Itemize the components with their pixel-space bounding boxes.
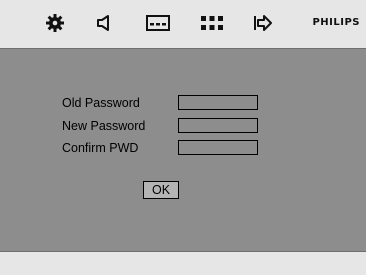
new-password-label: New Password — [62, 119, 146, 133]
bottom-status-bar — [0, 251, 366, 275]
grid-menu-icon[interactable] — [198, 10, 226, 36]
settings-gear-icon[interactable] — [41, 10, 69, 36]
subtitle-display-icon[interactable] — [144, 10, 172, 36]
exit-arrow-icon[interactable] — [249, 10, 277, 36]
speaker-audio-icon[interactable] — [90, 10, 118, 36]
old-password-field[interactable] — [178, 95, 258, 110]
menu-bar: PHILIPS — [0, 0, 366, 49]
new-password-field[interactable] — [178, 118, 258, 133]
old-password-label: Old Password — [62, 96, 140, 110]
confirm-password-label: Confirm PWD — [62, 141, 139, 155]
brand-logo: PHILIPS — [312, 17, 360, 28]
osd-screen: PHILIPS Old Password New Password Confir… — [0, 0, 366, 275]
ok-button[interactable]: OK — [143, 181, 179, 199]
confirm-password-field[interactable] — [178, 140, 258, 155]
